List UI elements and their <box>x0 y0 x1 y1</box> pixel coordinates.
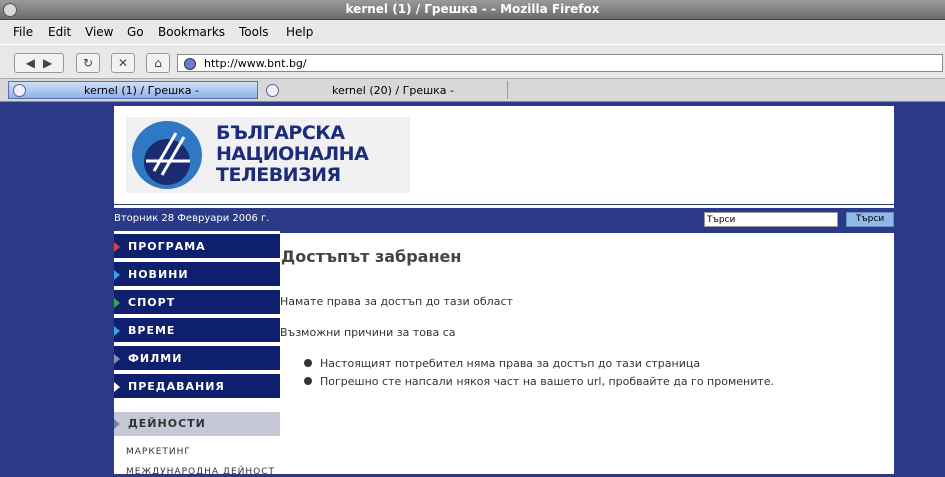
list-item: Настоящият потребител няма права за дост… <box>304 357 700 370</box>
header-divider <box>114 205 894 208</box>
menu-help[interactable]: Help <box>286 25 313 39</box>
stop-icon: ✕ <box>117 56 129 70</box>
back-forward-group: ◀ ▶ <box>14 53 64 73</box>
tab-label: kernel (20) / Грешка - <box>331 83 455 97</box>
favicon-icon <box>184 58 196 70</box>
arrow-icon <box>114 382 120 392</box>
date-search-bar: Вторник 28 Февруари 2006 г. Търси <box>114 209 894 230</box>
reload-button[interactable]: ↻ <box>76 53 100 73</box>
navigation-toolbar: ◀ ▶ ↻ ✕ ⌂ <box>0 44 945 79</box>
tab-favicon-icon <box>266 83 279 97</box>
tab-bar: kernel (1) / Грешка - kernel (20) / Греш… <box>0 78 945 102</box>
sidebar-item-filmi[interactable]: ФИЛМИ <box>114 346 280 372</box>
arrow-icon <box>114 270 120 280</box>
bullet-icon <box>304 377 312 385</box>
menu-bookmarks[interactable]: Bookmarks <box>158 25 225 39</box>
menu-view[interactable]: View <box>85 25 113 39</box>
page-title: Достъпът забранен <box>281 247 462 266</box>
tab-kernel-20[interactable]: kernel (20) / Грешка - <box>262 81 508 99</box>
tab-label: kernel (1) / Грешка - <box>83 83 200 97</box>
home-icon: ⌂ <box>154 56 162 70</box>
bnt-logo[interactable]: БЪЛГАРСКА НАЦИОНАЛНА ТЕЛЕВИЗИЯ <box>126 117 410 193</box>
menu-edit[interactable]: Edit <box>48 25 71 39</box>
menu-go[interactable]: Go <box>127 25 144 39</box>
menu-file[interactable]: File <box>13 25 33 39</box>
reasons-heading: Възможни причини за това са <box>280 326 456 339</box>
list-item: Погрешно сте напсали някоя част на вашет… <box>304 375 774 388</box>
sidebar-link-international[interactable]: МЕЖДУНАРОДНА ДЕЙНОСТ <box>126 467 275 477</box>
stop-button[interactable]: ✕ <box>111 53 135 73</box>
forward-icon[interactable]: ▶ <box>43 56 52 70</box>
url-input[interactable] <box>204 55 924 71</box>
bnt-emblem-icon <box>132 121 202 189</box>
sidebar-nav: ПРОГРАМА НОВИНИ СПОРТ ВРЕМЕ ФИЛМИ ПРЕДАВ… <box>114 231 280 477</box>
menu-tools[interactable]: Tools <box>239 25 269 39</box>
current-date: Вторник 28 Февруари 2006 г. <box>114 213 270 224</box>
window-titlebar: kernel (1) / Грешка - - Mozilla Firefox <box>0 0 945 20</box>
main-content: Достъпът забранен Намате права за достъп… <box>280 233 894 474</box>
sidebar-item-vreme[interactable]: ВРЕМЕ <box>114 318 280 344</box>
site-search-input[interactable] <box>704 212 838 227</box>
site-search-button[interactable]: Търси <box>846 212 894 227</box>
arrow-icon <box>114 419 120 429</box>
reload-icon: ↻ <box>82 56 94 70</box>
home-button[interactable]: ⌂ <box>146 53 170 73</box>
tab-favicon-icon <box>13 83 26 97</box>
sidebar-link-marketing[interactable]: МАРКЕТИНГ <box>126 447 191 457</box>
arrow-icon <box>114 242 120 252</box>
arrow-icon <box>114 298 120 308</box>
window-title: kernel (1) / Грешка - - Mozilla Firefox <box>345 2 600 16</box>
sidebar-item-sport[interactable]: СПОРТ <box>114 290 280 316</box>
arrow-icon <box>114 326 120 336</box>
menu-bar: File Edit View Go Bookmarks Tools Help <box>0 20 945 44</box>
sidebar-item-programa[interactable]: ПРОГРАМА <box>114 234 280 260</box>
logo-text: БЪЛГАРСКА НАЦИОНАЛНА ТЕЛЕВИЗИЯ <box>216 122 369 186</box>
tab-kernel-1[interactable]: kernel (1) / Грешка - <box>8 81 258 99</box>
arrow-icon <box>114 354 120 364</box>
sidebar-item-novini[interactable]: НОВИНИ <box>114 262 280 288</box>
access-message: Намате права за достъп до тази област <box>280 295 513 308</box>
back-icon[interactable]: ◀ <box>26 56 35 70</box>
sidebar-item-predavaniya[interactable]: ПРЕДАВАНИЯ <box>114 374 280 400</box>
site-header: БЪЛГАРСКА НАЦИОНАЛНА ТЕЛЕВИЗИЯ <box>114 106 894 204</box>
url-bar <box>177 54 943 72</box>
bullet-icon <box>304 359 312 367</box>
sidebar-section-deynosti[interactable]: ДЕЙНОСТИ <box>114 412 280 436</box>
